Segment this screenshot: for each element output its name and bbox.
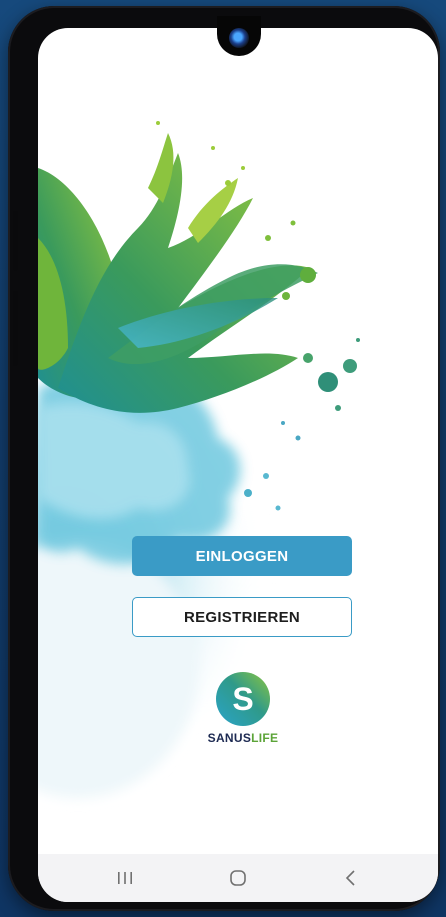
login-button[interactable]: EINLOGGEN [132,536,352,576]
logo-letter: S [232,681,253,717]
recent-apps-icon [117,872,132,884]
home-icon [230,870,246,886]
back-button[interactable] [331,863,371,893]
system-navigation-bar [38,854,438,902]
brand-name-part1: SANUS [207,731,252,745]
sanuslife-logo-icon: S [216,672,270,726]
front-camera-icon [229,28,249,48]
recent-apps-button[interactable] [105,863,145,893]
brand-logo: S SANUSLIFE [188,671,298,745]
volume-button [13,211,18,271]
back-icon [346,870,355,886]
app-screen: EINLOGGEN REGISTRIEREN S SANUSLIFE [38,28,438,902]
home-button[interactable] [218,863,258,893]
power-button [13,291,18,366]
brand-name: SANUSLIFE [188,731,298,745]
color-splash-illustration [38,121,360,798]
register-button[interactable]: REGISTRIEREN [132,597,352,637]
phone-frame: EINLOGGEN REGISTRIEREN S SANUSLIFE [8,6,440,911]
brand-name-part2: LIFE [251,731,279,745]
